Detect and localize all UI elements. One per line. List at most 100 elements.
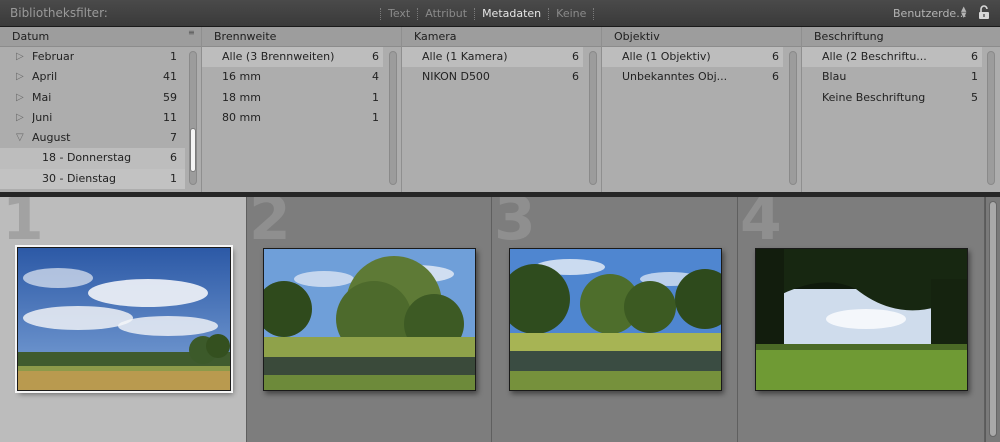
list-item-selected[interactable]: 18 - Donnerstag 6 xyxy=(0,148,185,169)
column-focal-length: Brennweite Alle (3 Brennweiten) 6 16 mm … xyxy=(202,27,402,192)
cell-index-number: 1 xyxy=(2,197,44,254)
list-item[interactable]: ▷ April 41 xyxy=(0,67,201,87)
list-item-label: Alle (3 Brennweiten) xyxy=(222,50,335,63)
scrollbar[interactable] xyxy=(389,51,397,185)
list-item-count: 1 xyxy=(372,90,379,104)
separator xyxy=(593,7,595,20)
list-item[interactable]: Keine Beschriftung 5 xyxy=(802,88,982,108)
expand-triangle-icon[interactable]: ▷ xyxy=(16,108,24,128)
filter-bar-title: Bibliotheksfilter: xyxy=(10,6,108,20)
scrollbar[interactable] xyxy=(789,51,797,185)
metadata-browser: Datum ≡ ▷ Februar 1 ▷ April 41 ▷ Mai 59 … xyxy=(0,27,1000,192)
thumbnail-grid: 1 2 3 4 xyxy=(0,197,1000,442)
filter-preset-dropdown[interactable]: Benutzerde... xyxy=(893,7,967,20)
updown-arrows-icon[interactable]: ▲ ▼ xyxy=(961,6,966,19)
list-item-count: 1 xyxy=(170,50,177,63)
list-item-label: Februar xyxy=(32,50,75,63)
list-item-selected[interactable]: Alle (2 Beschriftu... 6 xyxy=(802,47,982,68)
list-item-selected[interactable]: Alle (3 Brennweiten) 6 xyxy=(202,47,383,68)
list-item-label: 80 mm xyxy=(222,110,261,124)
list-item-count: 6 xyxy=(772,50,779,63)
grid-scrollbar[interactable] xyxy=(985,197,1000,442)
column-header[interactable]: Kamera xyxy=(402,27,601,47)
cell-index-number: 4 xyxy=(740,197,782,254)
list-item[interactable]: ▷ Februar 1 xyxy=(0,47,201,67)
list-item-label: Blau xyxy=(822,70,847,84)
column-header[interactable]: Beschriftung xyxy=(802,27,1000,47)
list-item[interactable]: ▽ August 7 xyxy=(0,128,201,148)
list-item[interactable]: 16 mm 4 xyxy=(202,67,383,87)
list-item[interactable]: 30 - Dienstag 1 xyxy=(0,168,185,190)
list-item-count: 6 xyxy=(572,50,579,63)
expand-triangle-icon[interactable]: ▷ xyxy=(16,47,24,67)
column-header[interactable]: Objektiv xyxy=(602,27,801,47)
separator xyxy=(474,7,476,20)
grid-cell-selected[interactable]: 1 xyxy=(0,197,247,442)
list-item-count: 5 xyxy=(971,90,978,104)
grid-cell[interactable]: 3 xyxy=(492,197,738,442)
filter-mode-attribute[interactable]: Attribut xyxy=(425,7,467,20)
scrollbar-thumb[interactable] xyxy=(989,201,997,437)
filter-mode-tabs: Text Attribut Metadaten Keine xyxy=(373,0,601,27)
list-item[interactable]: ▷ Juni 11 xyxy=(0,108,201,128)
list-item-label: Alle (1 Objektiv) xyxy=(622,50,711,63)
list-item-count: 4 xyxy=(372,70,379,84)
lens-list: Alle (1 Objektiv) 6 Unbekanntes Obj... 6 xyxy=(602,47,801,88)
list-item-count: 6 xyxy=(372,50,379,63)
column-header-label: Datum xyxy=(12,30,50,43)
column-header[interactable]: Datum ≡ xyxy=(0,27,201,47)
column-header-label: Kamera xyxy=(414,30,457,43)
column-camera: Kamera Alle (1 Kamera) 6 NIKON D500 6 xyxy=(402,27,602,192)
list-item-selected[interactable]: Alle (1 Objektiv) 6 xyxy=(602,47,783,68)
filter-mode-none[interactable]: Keine xyxy=(556,7,586,20)
separator xyxy=(380,7,381,20)
list-item-count: 41 xyxy=(163,70,177,84)
list-item-count: 6 xyxy=(772,70,779,84)
photo-thumbnail[interactable] xyxy=(263,248,476,391)
scrollbar[interactable] xyxy=(589,51,597,185)
list-item[interactable]: 18 mm 1 xyxy=(202,88,383,108)
list-item-label: Alle (1 Kamera) xyxy=(422,50,508,63)
list-item-label: 16 mm xyxy=(222,70,261,84)
camera-list: Alle (1 Kamera) 6 NIKON D500 6 xyxy=(402,47,601,88)
list-item-label: 18 mm xyxy=(222,90,261,104)
list-item-label: Mai xyxy=(32,90,52,104)
list-item-label: NIKON D500 xyxy=(422,70,490,84)
cell-index-number: 2 xyxy=(249,197,291,254)
photo-thumbnail[interactable] xyxy=(755,248,968,391)
grid-cell[interactable]: 2 xyxy=(247,197,492,442)
scrollbar[interactable] xyxy=(987,51,995,185)
list-item[interactable]: Unbekanntes Obj... 6 xyxy=(602,67,783,87)
list-item[interactable]: 80 mm 1 xyxy=(202,108,383,128)
column-menu-icon[interactable]: ≡ xyxy=(188,29,195,41)
column-date: Datum ≡ ▷ Februar 1 ▷ April 41 ▷ Mai 59 … xyxy=(0,27,202,192)
list-item[interactable]: Blau 1 xyxy=(802,67,982,87)
scrollbar-thumb[interactable] xyxy=(190,128,196,172)
filter-mode-text[interactable]: Text xyxy=(388,7,410,20)
column-header[interactable]: Brennweite xyxy=(202,27,401,47)
list-item-count: 1 xyxy=(372,110,379,124)
grid-cell[interactable]: 4 xyxy=(738,197,985,442)
list-item-count: 11 xyxy=(163,110,177,124)
separator xyxy=(548,7,550,20)
scrollbar[interactable] xyxy=(189,51,197,185)
list-item[interactable]: NIKON D500 6 xyxy=(402,67,583,87)
list-item[interactable]: ▷ Mai 59 xyxy=(0,88,201,108)
collapse-triangle-icon[interactable]: ▽ xyxy=(16,128,24,148)
list-item-label: 18 - Donnerstag xyxy=(42,151,132,165)
padlock-open-icon[interactable] xyxy=(978,5,990,20)
column-header-label: Beschriftung xyxy=(814,30,884,43)
expand-triangle-icon[interactable]: ▷ xyxy=(16,67,24,87)
expand-triangle-icon[interactable]: ▷ xyxy=(16,88,24,108)
list-item-label: August xyxy=(32,131,71,145)
list-item-label: 30 - Dienstag xyxy=(42,171,116,185)
photo-thumbnail[interactable] xyxy=(509,248,722,391)
list-item-count: 59 xyxy=(163,90,177,104)
list-item-label: Keine Beschriftung xyxy=(822,90,926,104)
list-item-selected[interactable]: Alle (1 Kamera) 6 xyxy=(402,47,583,68)
label-list: Alle (2 Beschriftu... 6 Blau 1 Keine Bes… xyxy=(802,47,1000,108)
column-label: Beschriftung Alle (2 Beschriftu... 6 Bla… xyxy=(802,27,1000,192)
filter-mode-metadata[interactable]: Metadaten xyxy=(482,7,541,20)
photo-thumbnail[interactable] xyxy=(15,245,233,393)
list-item-count: 6 xyxy=(971,50,978,63)
